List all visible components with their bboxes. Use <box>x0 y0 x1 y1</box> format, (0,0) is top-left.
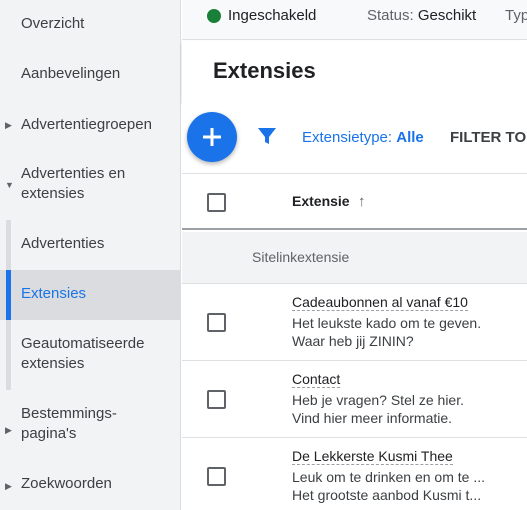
caret-right-icon: ▶ <box>5 425 12 435</box>
filter-icon[interactable] <box>257 126 277 146</box>
sidebar-item-label: Advertentiegroepen <box>21 116 152 133</box>
sidebar-item-label: Bestemmings- <box>21 405 117 422</box>
filter-value: Alle <box>396 129 424 146</box>
sidebar-item-advertenties-en-extensies[interactable]: ▼ Advertenties en extensies <box>0 164 181 206</box>
page-title: Extensies <box>213 58 316 83</box>
extension-description: Waar heb jij ZININ? <box>292 333 414 349</box>
extension-description: Leuk om te drinken en om te ... <box>292 469 485 485</box>
caret-right-icon: ▶ <box>5 481 12 491</box>
sidebar-item-label: pagina's <box>21 425 77 442</box>
table-row: Cadeaubonnen al vanaf €10 Het leukste ka… <box>182 284 527 361</box>
table-header: Extensie ↑ <box>182 174 527 230</box>
status-strip: Ingeschakeld Status: Geschikt Typ <box>182 0 527 40</box>
enabled-status[interactable]: Ingeschakeld <box>228 7 316 24</box>
extension-title-link[interactable]: Contact <box>292 371 341 388</box>
sidebar-item-label: Overzicht <box>21 15 85 32</box>
filter-toggle-button[interactable]: FILTER TO <box>450 129 526 146</box>
caret-down-icon: ▼ <box>5 180 14 190</box>
row-checkbox[interactable] <box>207 313 226 332</box>
sidebar-item-overzicht[interactable]: Overzicht <box>0 14 181 36</box>
sidebar-item-bestemmingspaginas[interactable]: ▶ Bestemmings- pagina's <box>0 404 181 446</box>
sidebar-item-advertenties[interactable]: Advertenties <box>0 234 181 256</box>
status-dot-icon <box>207 9 221 23</box>
row-checkbox[interactable] <box>207 390 226 409</box>
add-button[interactable] <box>187 112 237 162</box>
eligibility-status: Status: Geschikt <box>367 7 476 24</box>
sidebar-item-advertentiegroepen[interactable]: ▶ Advertentiegroepen <box>0 115 181 137</box>
sort-ascending-icon[interactable]: ↑ <box>358 193 366 210</box>
sidebar-nav: Overzicht Aanbevelingen ▶ Advertentiegro… <box>0 0 181 510</box>
sidebar-item-label: Zoekwoorden <box>21 475 112 492</box>
table-row: Contact Heb je vragen? Stel ze hier. Vin… <box>182 361 527 438</box>
filter-extension-type[interactable]: Extensietype: Alle <box>302 129 424 146</box>
extension-description: Heb je vragen? Stel ze hier. <box>292 392 464 408</box>
status-label: Status: <box>367 7 414 24</box>
sidebar-item-label: extensies <box>21 185 85 202</box>
toolbar: Extensietype: Alle FILTER TO <box>182 102 527 174</box>
sidebar-item-label: Advertenties en <box>21 165 126 182</box>
select-all-checkbox[interactable] <box>207 193 226 212</box>
extension-title-link[interactable]: De Lekkerste Kusmi Thee <box>292 448 453 465</box>
sidebar-item-aanbevelingen[interactable]: Aanbevelingen <box>0 64 181 86</box>
column-header-extensie[interactable]: Extensie <box>292 193 350 209</box>
sidebar-item-label: Geautomatiseerde <box>21 335 145 352</box>
sidebar-item-label: Advertenties <box>21 235 105 252</box>
group-row: Sitelinkextensie <box>182 232 527 284</box>
sidebar-item-zoekwoorden[interactable]: ▶ Zoekwoorden <box>0 474 181 496</box>
add-icon <box>203 128 221 146</box>
extension-description: Vind hier meer informatie. <box>292 410 453 426</box>
filter-label: Extensietype: <box>302 129 393 146</box>
sidebar-item-label: extensies <box>21 355 85 372</box>
sidebar-item-extensies[interactable]: Extensies <box>0 270 181 320</box>
row-checkbox[interactable] <box>207 467 226 486</box>
extension-description: Het grootste aanbod Kusmi t... <box>292 487 482 503</box>
type-label: Typ <box>505 7 527 24</box>
extension-title-link[interactable]: Cadeaubonnen al vanaf €10 <box>292 294 468 311</box>
sidebar-item-label: Aanbevelingen <box>21 65 121 82</box>
sidebar-item-label: Extensies <box>21 285 87 302</box>
group-label: Sitelinkextensie <box>252 249 350 265</box>
sidebar-item-geautomatiseerde-extensies[interactable]: Geautomatiseerde extensies <box>0 334 181 376</box>
active-indicator <box>6 270 11 320</box>
status-value: Geschikt <box>417 7 477 24</box>
table-row: De Lekkerste Kusmi Thee Leuk om te drink… <box>182 438 527 510</box>
title-bar: Extensies <box>182 41 527 102</box>
extension-description: Het leukste kado om te geven. <box>292 315 482 331</box>
caret-right-icon: ▶ <box>5 120 12 130</box>
